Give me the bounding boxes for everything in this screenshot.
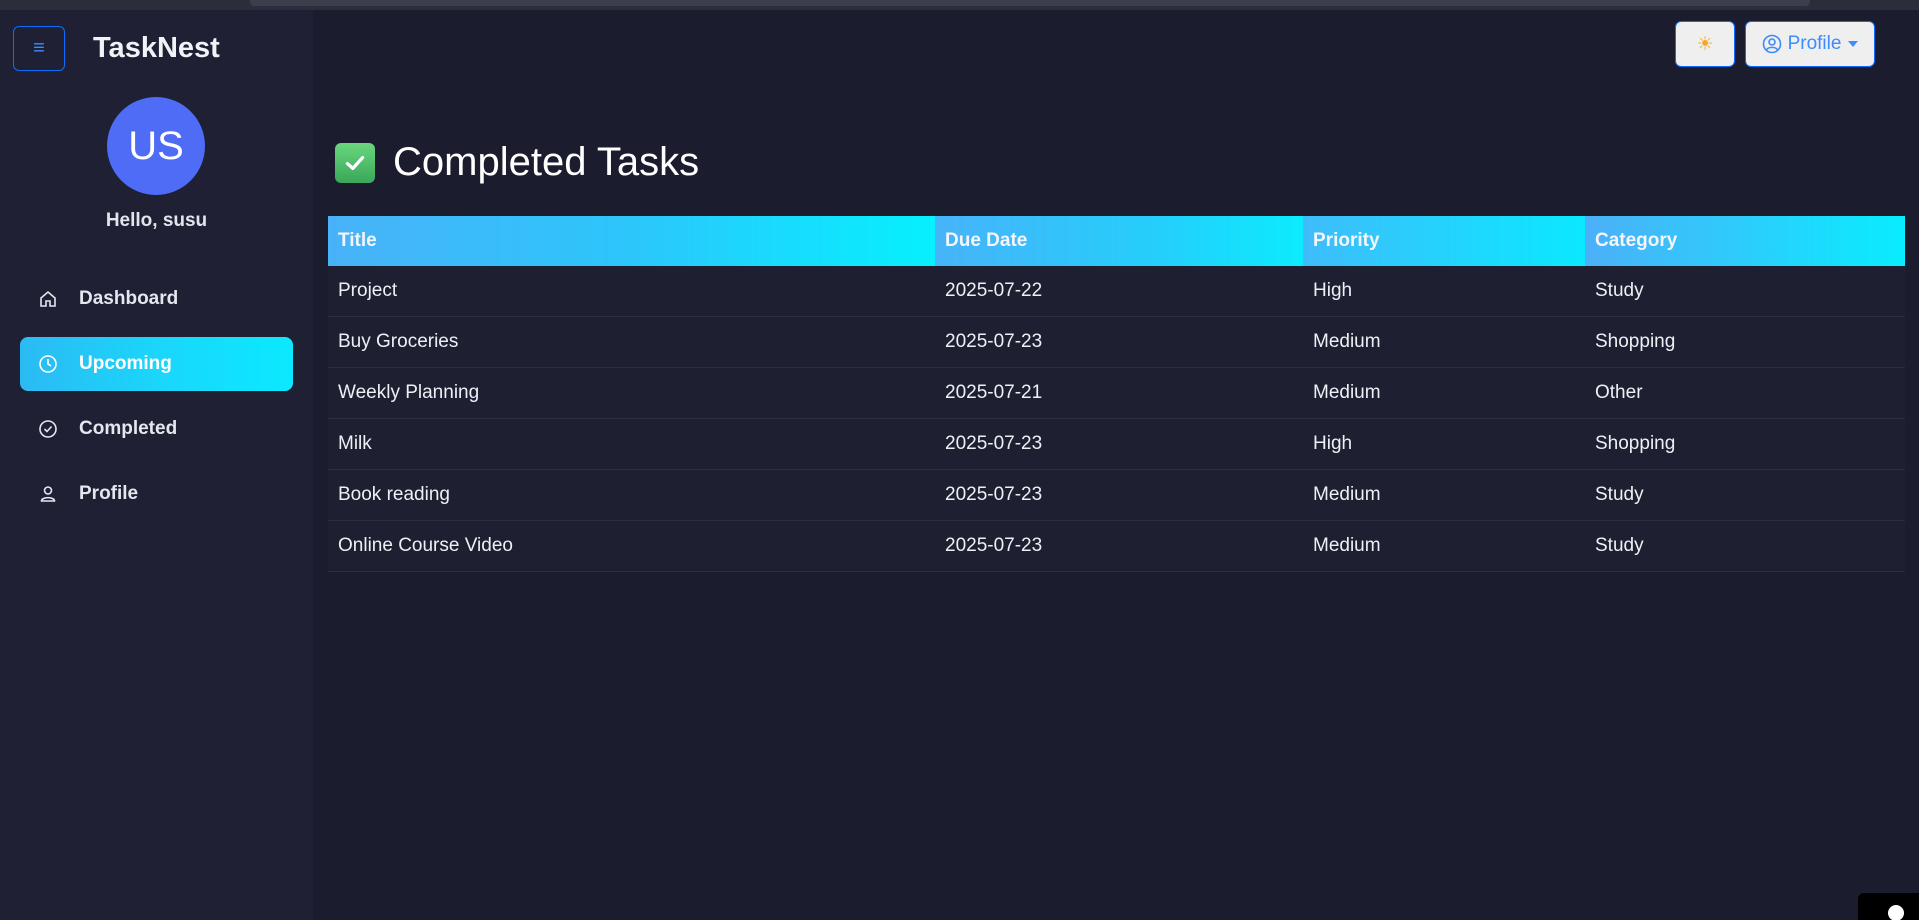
column-header-due-date[interactable]: Due Date: [935, 216, 1303, 266]
cell-title: Project: [338, 280, 398, 301]
browser-top-strip: [0, 0, 1919, 10]
cell-category: Other: [1595, 382, 1643, 403]
table-row[interactable]: Online Course Video 2025-07-23 Medium St…: [328, 521, 1905, 572]
sidebar-item-label: Dashboard: [79, 288, 179, 309]
sidebar-item-completed[interactable]: Completed: [20, 402, 293, 456]
cell-priority: Medium: [1313, 382, 1381, 403]
cell-due-date: 2025-07-23: [945, 484, 1043, 505]
table-row[interactable]: Book reading 2025-07-23 Medium Study: [328, 470, 1905, 521]
cell-category: Shopping: [1595, 433, 1676, 454]
cell-title: Online Course Video: [338, 535, 513, 556]
cell-due-date: 2025-07-23: [945, 535, 1043, 556]
floating-widget-button[interactable]: [1858, 893, 1919, 920]
cell-priority: Medium: [1313, 535, 1381, 556]
chevron-down-icon: [1848, 41, 1859, 47]
widget-icon: [1888, 905, 1904, 920]
cell-title: Book reading: [338, 484, 450, 505]
sidebar: ≡ TaskNest US Hello, susu Dashboard Upco…: [0, 10, 313, 920]
table-row[interactable]: Milk 2025-07-23 High Shopping: [328, 419, 1905, 470]
hamburger-icon: ≡: [33, 37, 45, 59]
app-brand: TaskNest: [93, 32, 220, 64]
cell-title: Weekly Planning: [338, 382, 480, 403]
sun-icon: ☀: [1696, 33, 1714, 55]
sidebar-item-label: Upcoming: [79, 353, 172, 374]
home-icon: [38, 289, 58, 309]
cell-priority: High: [1313, 280, 1353, 301]
cell-category: Study: [1595, 484, 1644, 505]
table-header: Title Due Date Priority Category: [328, 216, 1905, 266]
sidebar-item-profile[interactable]: Profile: [20, 467, 293, 521]
clock-icon: [38, 354, 58, 374]
theme-toggle-button[interactable]: ☀: [1675, 21, 1735, 67]
person-icon: [38, 484, 58, 504]
cell-due-date: 2025-07-21: [945, 382, 1043, 403]
cell-category: Study: [1595, 280, 1644, 301]
check-mark-icon: [335, 142, 375, 183]
avatar: US: [107, 97, 205, 195]
user-greeting: Hello, susu: [105, 210, 208, 231]
cell-priority: High: [1313, 433, 1353, 454]
profile-dropdown-button[interactable]: Profile: [1745, 21, 1875, 67]
cell-title: Buy Groceries: [338, 331, 459, 352]
sidebar-item-upcoming[interactable]: Upcoming: [20, 337, 293, 391]
completed-tasks-table: Title Due Date Priority Category Project…: [328, 216, 1905, 572]
page-heading: Completed Tasks: [335, 140, 699, 185]
cell-due-date: 2025-07-22: [945, 280, 1043, 301]
column-header-priority[interactable]: Priority: [1303, 216, 1585, 266]
column-header-title[interactable]: Title: [328, 216, 935, 266]
cell-category: Study: [1595, 535, 1644, 556]
table-row[interactable]: Project 2025-07-22 High Study: [328, 266, 1905, 317]
sidebar-item-label: Completed: [79, 418, 178, 439]
table-row[interactable]: Buy Groceries 2025-07-23 Medium Shopping: [328, 317, 1905, 368]
page-title: Completed Tasks: [393, 140, 700, 184]
column-header-category[interactable]: Category: [1585, 216, 1905, 266]
sidebar-item-label: Profile: [79, 483, 139, 504]
profile-button-label: Profile: [1787, 33, 1842, 54]
cell-priority: Medium: [1313, 484, 1381, 505]
cell-due-date: 2025-07-23: [945, 331, 1043, 352]
user-circle-icon: [1762, 34, 1781, 54]
cell-due-date: 2025-07-23: [945, 433, 1043, 454]
cell-title: Milk: [338, 433, 372, 454]
browser-tab-highlight: [250, 0, 1810, 6]
sidebar-nav: Dashboard Upcoming Completed Profile: [20, 272, 293, 532]
cell-priority: Medium: [1313, 331, 1381, 352]
cell-category: Shopping: [1595, 331, 1676, 352]
table-row[interactable]: Weekly Planning 2025-07-21 Medium Other: [328, 368, 1905, 419]
check-circle-icon: [38, 419, 58, 439]
menu-toggle-button[interactable]: ≡: [13, 26, 65, 71]
sidebar-item-dashboard[interactable]: Dashboard: [20, 272, 293, 326]
